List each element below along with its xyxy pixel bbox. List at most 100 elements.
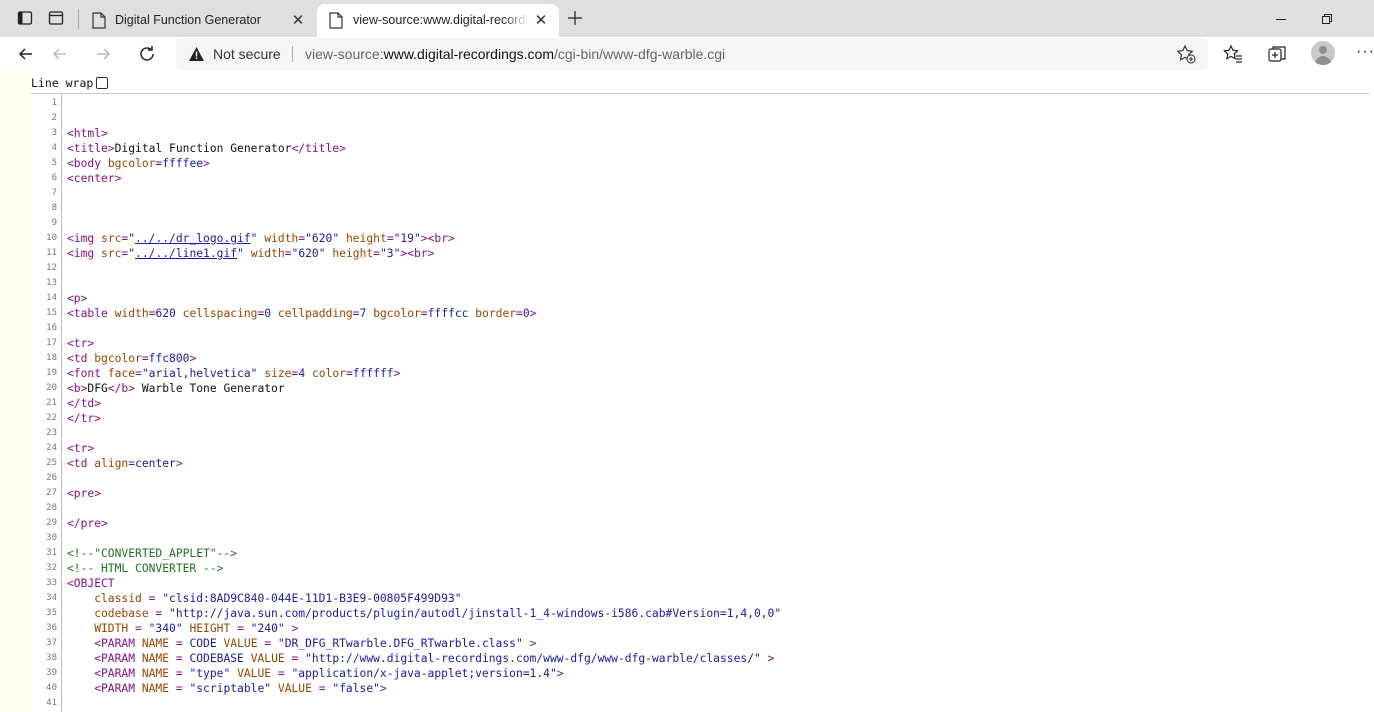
warning-icon[interactable] xyxy=(188,46,205,62)
collections-button[interactable] xyxy=(1264,41,1290,67)
source-line: 24 <tr> xyxy=(31,441,1369,456)
source-line: 31 <!--"CONVERTED_APPLET"--> xyxy=(31,546,1369,561)
profile-avatar[interactable] xyxy=(1311,41,1335,65)
source-line: 17 <tr> xyxy=(31,336,1369,351)
source-token: "scriptable" xyxy=(189,682,272,695)
source-token: " xyxy=(237,247,244,260)
source-line: 18 <td bgcolor=ffc800> xyxy=(31,351,1369,366)
line-number: 38 xyxy=(46,653,57,663)
source-token: = xyxy=(352,307,360,320)
source-token: "clsid:8AD9C840-044E-11D1-B3E9-00805F499… xyxy=(162,592,462,605)
source-line: 14 <p> xyxy=(31,291,1369,306)
source-token: <!--"CONVERTED_APPLET"--> xyxy=(67,547,238,560)
source-token: </title> xyxy=(291,142,346,155)
plus-icon xyxy=(568,11,582,25)
tab-digital-function-generator[interactable]: Digital Function Generator ✕ xyxy=(80,4,316,37)
avatar-body xyxy=(1315,56,1331,65)
source-token: <center> xyxy=(67,172,122,185)
source-token: src xyxy=(101,247,122,260)
line-number: 29 xyxy=(46,518,57,528)
source-line: 15 <table width=620 cellspacing=0 cellpad… xyxy=(31,306,1369,321)
line-content: <PARAM NAME = CODEBASE VALUE = "http://w… xyxy=(67,651,774,666)
line-content: <td align=center> xyxy=(67,456,183,471)
source-token: = xyxy=(257,637,278,650)
source-token: ><br> xyxy=(420,232,455,245)
refresh-button[interactable] xyxy=(133,40,161,68)
source-token: = xyxy=(135,367,142,380)
source-token xyxy=(271,682,278,695)
source-token: > xyxy=(522,637,537,650)
source-token: <title> xyxy=(67,142,115,155)
source-token: = xyxy=(230,622,251,635)
url-host: www.digital-recordings.com xyxy=(383,46,554,62)
source-token: = xyxy=(516,307,523,320)
minimize-button[interactable] xyxy=(1258,0,1304,37)
url-text[interactable]: view-source:www.digital-recordings.com/c… xyxy=(305,46,725,62)
line-content: <font face="arial,helvetica" size=4 colo… xyxy=(67,366,400,381)
tab-view-source[interactable]: view-source:www.digital-recordings.com/c… xyxy=(317,4,559,37)
line-content: <!-- HTML CONVERTER --> xyxy=(67,561,223,576)
workspaces-icon[interactable] xyxy=(10,4,40,32)
source-line: 7 xyxy=(31,186,1369,201)
avatar-head xyxy=(1319,46,1327,54)
source-token: 620 xyxy=(155,307,176,320)
line-number: 9 xyxy=(51,218,57,228)
source-token: <html> xyxy=(67,127,108,140)
source-line: 26 xyxy=(31,471,1369,486)
source-token: <font xyxy=(67,367,108,380)
source-token: Warble Tone Generator xyxy=(135,382,285,395)
add-favorite-icon[interactable] xyxy=(1176,44,1196,64)
source-token: = xyxy=(271,667,292,680)
line-number: 26 xyxy=(46,473,57,483)
restore-button[interactable] xyxy=(1304,0,1350,37)
tab-actions-icon[interactable] xyxy=(41,4,71,32)
source-token: > xyxy=(556,667,564,680)
source-token: </td> xyxy=(67,397,102,410)
line-content: <img src="../../dr_logo.gif" width="620"… xyxy=(67,231,455,246)
source-token: <b> xyxy=(67,382,88,395)
line-wrap-checkbox[interactable] xyxy=(96,77,109,89)
favorites-button[interactable] xyxy=(1220,41,1246,67)
source-token: width xyxy=(264,232,299,245)
close-icon[interactable]: ✕ xyxy=(533,12,549,29)
more-menu-icon[interactable]: ··· xyxy=(1356,43,1374,61)
back-icon xyxy=(52,48,66,60)
source-line: 20 <b>DFG</b> Warble Tone Generator xyxy=(31,381,1369,396)
line-number: 28 xyxy=(46,503,57,513)
source-token: > xyxy=(203,157,210,170)
back-button[interactable] xyxy=(46,40,74,68)
source-token: ffffcc xyxy=(427,307,469,320)
source-token: > xyxy=(393,367,401,380)
line-wrap-toggle[interactable]: Line wrap xyxy=(31,76,109,90)
source-line: 30 xyxy=(31,531,1369,546)
new-tab-button[interactable] xyxy=(563,5,587,31)
source-token: CODE xyxy=(189,637,217,650)
source-token: "620" xyxy=(305,232,340,245)
sidebar-back-button[interactable] xyxy=(12,40,40,68)
source-token: classid xyxy=(67,592,142,605)
line-number: 34 xyxy=(46,593,57,603)
arrow-left-icon xyxy=(18,48,32,60)
source-token: height xyxy=(332,247,374,260)
source-token: <p> xyxy=(67,292,88,305)
source-token: <table xyxy=(67,307,115,320)
source-token: > xyxy=(189,352,197,365)
tab-title: view-source:www.digital-recordings.com/c… xyxy=(353,13,529,27)
line-number: 4 xyxy=(51,143,57,153)
source-line: 41 xyxy=(31,696,1369,711)
source-token: </pre> xyxy=(67,517,108,530)
left-margin xyxy=(0,71,31,712)
source-link[interactable]: ../../dr_logo.gif xyxy=(135,232,251,245)
forward-button[interactable] xyxy=(89,40,117,68)
source-token: "3" xyxy=(379,247,401,260)
source-token: = xyxy=(141,592,163,605)
source-token: = xyxy=(141,352,149,365)
close-icon[interactable]: ✕ xyxy=(290,12,306,29)
source-token xyxy=(244,652,251,665)
source-line: 6 <center> xyxy=(31,171,1369,186)
source-link[interactable]: ../../line1.gif xyxy=(135,247,237,260)
address-bar[interactable]: Not secure view-source:www.digital-recor… xyxy=(176,38,1208,70)
source-token: = xyxy=(420,307,428,320)
security-label[interactable]: Not secure xyxy=(213,46,281,62)
source-token: <tr> xyxy=(67,442,95,455)
